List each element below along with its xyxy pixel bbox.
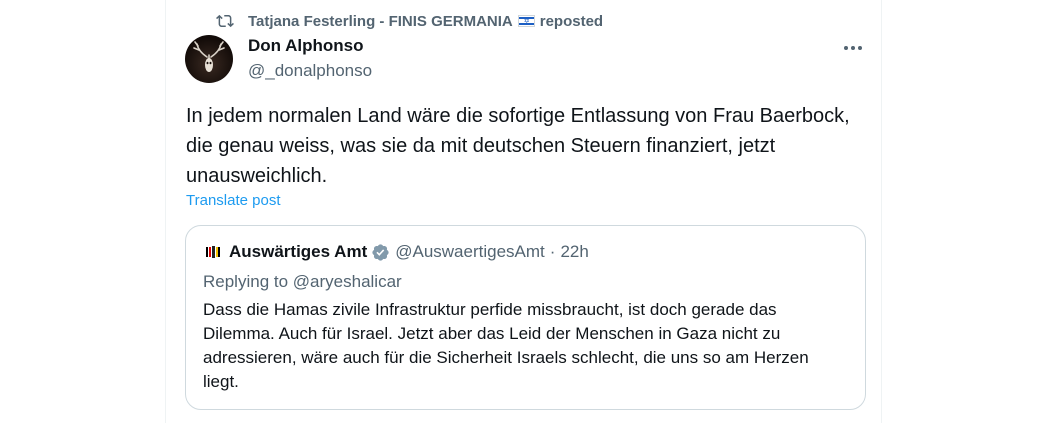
author-handle[interactable]: @_donalphonso [248,61,372,81]
quoted-post-header: Auswärtiges Amt @AuswaertigesAmt · 22h [203,240,589,264]
replying-to: Replying to @aryeshalicar [203,272,402,292]
quoted-author-handle[interactable]: @AuswaertigesAmt [395,242,545,262]
quoted-author-name[interactable]: Auswärtiges Amt [229,242,367,262]
repost-context[interactable]: Tatjana Festerling - FINIS GERMANIA ✡ re… [216,10,603,32]
federal-eagle-icon[interactable] [203,242,223,262]
quoted-post-text: Dass die Hamas zivile Infrastruktur perf… [203,300,809,391]
separator-dot: · [549,242,556,261]
translate-post-link[interactable]: Translate post [186,192,281,209]
post-text: In jedem normalen Land wäre die sofortig… [186,105,850,187]
more-options-button[interactable] [838,36,868,60]
verified-badge-icon [372,243,389,261]
reposter-name[interactable]: Tatjana Festerling - FINIS GERMANIA [248,13,513,30]
avatar[interactable] [185,35,233,83]
replying-to-mention[interactable]: @aryeshalicar [293,272,402,291]
quoted-post[interactable]: Auswärtiges Amt @AuswaertigesAmt · 22h R… [185,225,866,410]
repost-icon [216,14,234,28]
quoted-post-time[interactable]: 22h [560,242,588,262]
stag-skull-image [193,41,225,72]
replying-to-label: Replying to [203,272,289,291]
author-name[interactable]: Don Alphonso [248,36,364,56]
repost-suffix: reposted [539,12,604,30]
timeline-column: Tatjana Festerling - FINIS GERMANIA ✡ re… [165,0,882,423]
israel-flag-icon: ✡ [517,15,535,27]
more-options-icon [844,46,848,50]
